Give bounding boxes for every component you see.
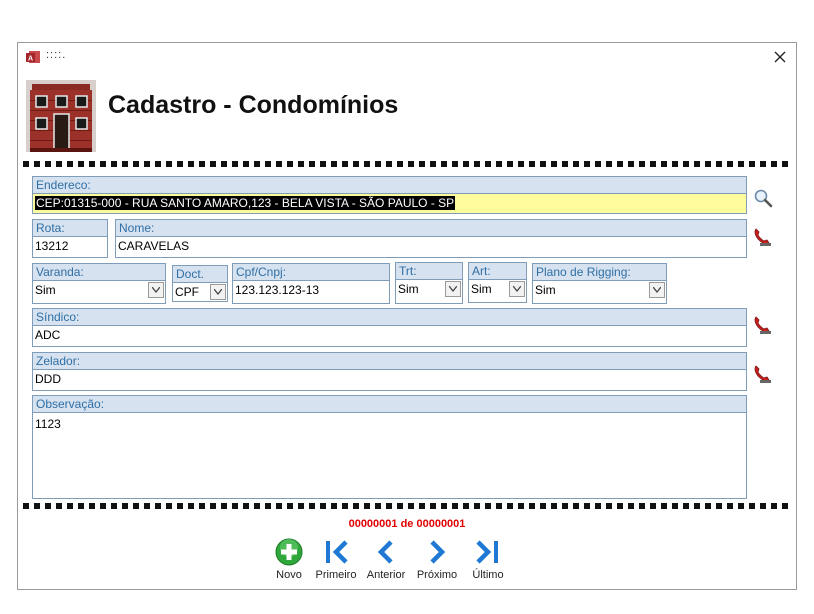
phone-icon[interactable] (752, 364, 772, 384)
cpf-cnpj-field: Cpf/Cnpj: 123.123.123-13 (232, 263, 390, 304)
primeiro-label: Primeiro (315, 569, 357, 581)
varanda-select[interactable]: Sim (32, 281, 166, 304)
form-window: A ::::. Cadastro - Condomínios Endereco:… (17, 42, 797, 590)
plano-rigging-select[interactable]: Sim (532, 281, 667, 304)
trt-field: Trt: Sim (395, 262, 463, 304)
title-bar: A ::::. (18, 43, 796, 73)
primeiro-button[interactable]: Primeiro (311, 538, 361, 581)
phone-icon[interactable] (752, 227, 772, 247)
last-record-icon (476, 540, 498, 564)
previous-icon (377, 540, 393, 564)
ultimo-button[interactable]: Último (463, 538, 513, 581)
art-dropdown-button[interactable] (509, 281, 525, 297)
cpf-cnpj-label: Cpf/Cnpj: (232, 263, 390, 281)
art-select[interactable]: Sim (468, 280, 527, 303)
trt-label: Trt: (395, 262, 463, 280)
top-divider (23, 161, 791, 167)
varanda-dropdown-button[interactable] (148, 282, 164, 298)
trt-select[interactable]: Sim (395, 280, 463, 304)
chevron-down-icon (449, 286, 457, 292)
add-icon (275, 538, 303, 566)
doct-label: Doct. (172, 265, 228, 283)
sindico-field: Síndico: ADC (32, 308, 747, 347)
endereco-input[interactable]: CEP:01315-000 - RUA SANTO AMARO,123 - BE… (32, 194, 747, 214)
zelador-label: Zelador: (32, 352, 747, 370)
svg-text:A: A (28, 56, 33, 63)
chevron-down-icon (214, 289, 222, 295)
endereco-field: Endereco: CEP:01315-000 - RUA SANTO AMAR… (32, 176, 747, 214)
sindico-label: Síndico: (32, 308, 747, 326)
nome-label: Nome: (115, 219, 747, 237)
page-title: Cadastro - Condomínios (108, 91, 399, 119)
plano-rigging-value: Sim (535, 283, 556, 297)
rota-field: Rota: 13212 (32, 219, 108, 258)
access-app-icon: A (26, 51, 40, 63)
ultimo-label: Último (472, 569, 504, 581)
varanda-field: Varanda: Sim (32, 263, 166, 304)
plano-rigging-dropdown-button[interactable] (649, 282, 665, 298)
magnifier-icon[interactable] (753, 188, 773, 208)
next-icon (430, 540, 446, 564)
rota-input[interactable]: 13212 (32, 237, 108, 258)
varanda-label: Varanda: (32, 263, 166, 281)
close-icon[interactable] (770, 47, 790, 67)
observacao-textarea[interactable]: 1123 (32, 413, 747, 499)
observacao-field: Observação: 1123 (32, 395, 747, 499)
cpf-cnpj-input[interactable]: 123.123.123-13 (232, 281, 390, 304)
trt-dropdown-button[interactable] (445, 281, 461, 297)
endereco-value: CEP:01315-000 - RUA SANTO AMARO,123 - BE… (35, 196, 456, 210)
sindico-input[interactable]: ADC (32, 326, 747, 347)
phone-icon[interactable] (752, 315, 772, 335)
chevron-down-icon (513, 286, 521, 292)
bottom-divider (23, 503, 791, 509)
trt-value: Sim (398, 282, 419, 296)
doct-dropdown-button[interactable] (210, 284, 226, 300)
endereco-label: Endereco: (32, 176, 747, 194)
anterior-button[interactable]: Anterior (361, 538, 411, 581)
first-record-icon (326, 540, 348, 564)
art-value: Sim (471, 282, 492, 296)
zelador-field: Zelador: DDD (32, 352, 747, 391)
art-label: Art: (468, 262, 527, 280)
building-icon (26, 80, 96, 152)
proximo-label: Próximo (416, 569, 458, 581)
plano-rigging-field: Plano de Rigging: Sim (532, 263, 667, 304)
record-counter: 00000001 de 00000001 (348, 518, 466, 530)
rota-label: Rota: (32, 219, 108, 237)
chevron-down-icon (653, 287, 661, 293)
nome-field: Nome: CARAVELAS (115, 219, 747, 258)
novo-label: Novo (276, 569, 302, 581)
zelador-input[interactable]: DDD (32, 370, 747, 391)
anterior-label: Anterior (366, 569, 406, 581)
chevron-down-icon (152, 287, 160, 293)
doct-select[interactable]: CPF (172, 283, 228, 302)
window-title: ::::. (46, 49, 67, 61)
plano-rigging-label: Plano de Rigging: (532, 263, 667, 281)
doct-value: CPF (175, 285, 199, 299)
art-field: Art: Sim (468, 262, 527, 303)
doct-field: Doct. CPF (172, 265, 228, 302)
nome-input[interactable]: CARAVELAS (115, 237, 747, 258)
observacao-label: Observação: (32, 395, 747, 413)
novo-button[interactable]: Novo (264, 538, 314, 581)
varanda-value: Sim (35, 283, 56, 297)
proximo-button[interactable]: Próximo (412, 538, 462, 581)
